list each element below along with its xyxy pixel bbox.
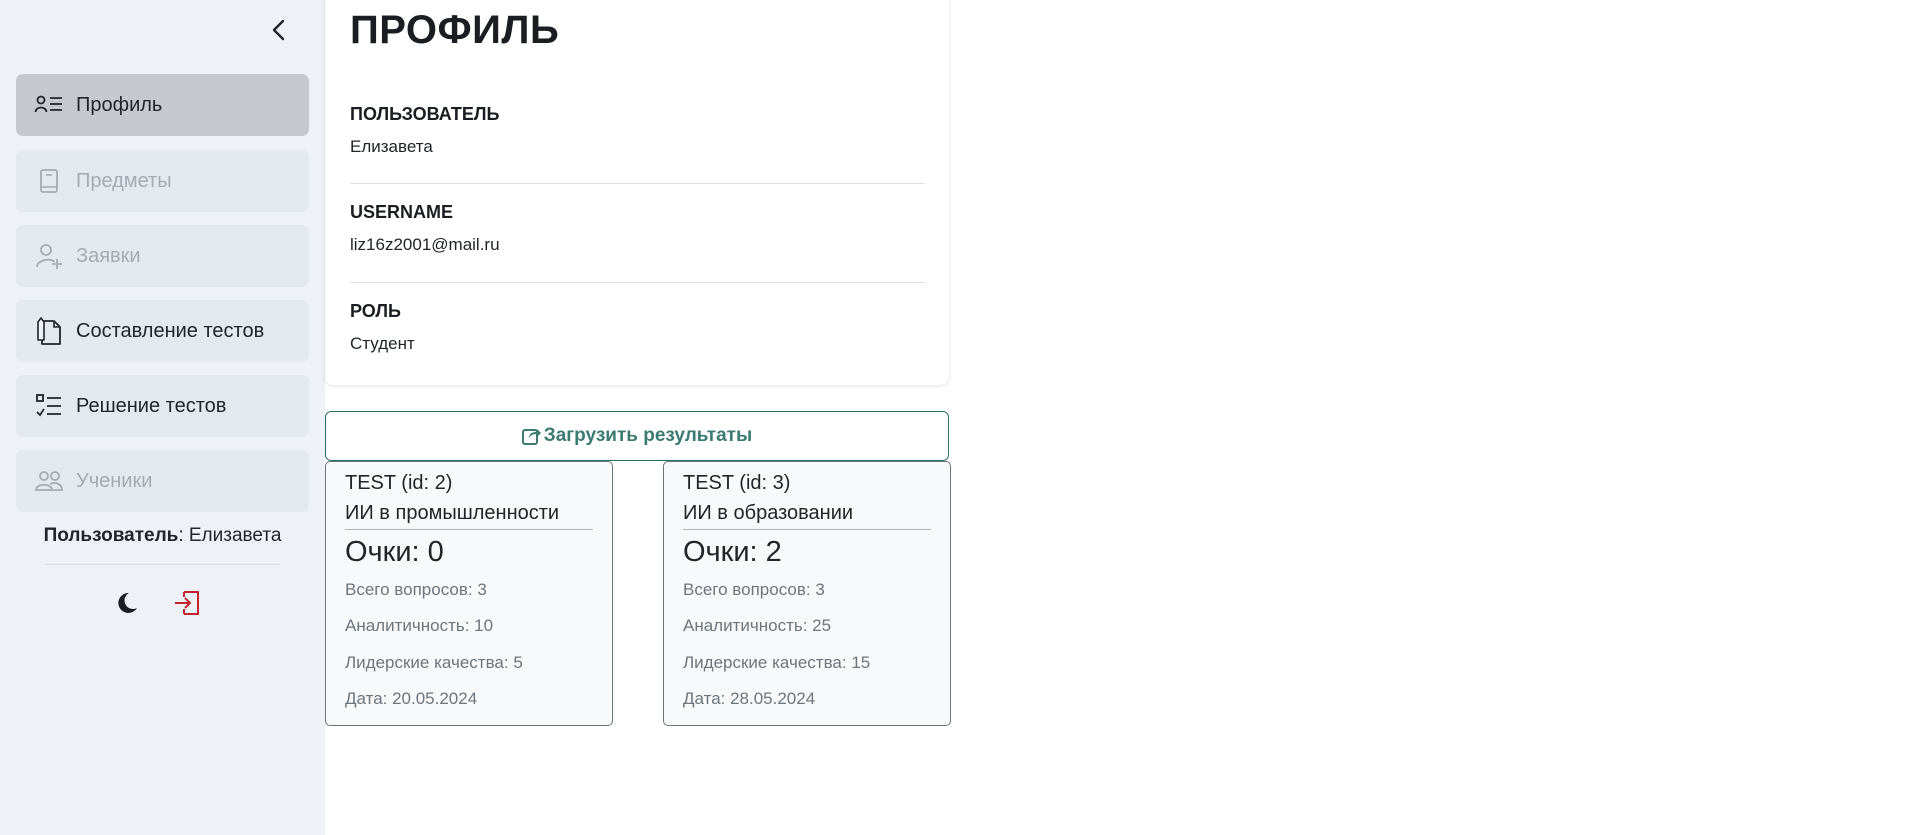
sidebar-item-label: Ученики [76,469,153,492]
collapse-sidebar-button[interactable] [265,16,293,44]
result-card: TEST (id: 2) ИИ в промышленности Очки: 0… [325,461,613,726]
user-name: : Елизавета [178,525,282,546]
sidebar-item-label: Профиль [76,93,163,116]
sidebar-item-profile[interactable]: Профиль [16,74,309,136]
result-date: Дата: 28.05.2024 [683,689,816,708]
sidebar-item-label: Заявки [76,244,141,267]
sidebar-item-subjects[interactable]: Предметы [16,150,309,212]
logout-button[interactable] [172,588,202,618]
chevron-left-icon [272,19,285,41]
documents-pen-icon [34,316,64,346]
share-icon [521,426,542,446]
divider [683,529,931,530]
field-value-role: Студент [350,334,415,353]
field-value-username: liz16z2001@mail.ru [350,235,500,254]
checklist-icon [34,391,64,421]
result-total-questions: Всего вопросов: 3 [345,580,487,599]
divider [350,282,925,283]
profile-card: ПРОФИЛЬ ПОЛЬЗОВАТЕЛЬ Елизавета USERNAME … [325,0,949,385]
field-value-user: Елизавета [350,137,433,156]
field-label-username: USERNAME [350,202,454,222]
sidebar-item-test-creation[interactable]: Составление тестов [16,300,309,362]
result-analytics: Аналитичность: 10 [345,616,494,635]
result-analytics: Аналитичность: 25 [683,616,832,635]
user-label: Пользователь [43,525,179,546]
user-plus-icon [34,241,64,271]
sidebar-item-students[interactable]: Ученики [16,450,309,512]
current-user: Пользователь: Елизавета [0,525,325,547]
result-test-id: TEST (id: 3) [683,472,791,494]
book-icon [34,166,64,196]
divider [45,564,280,565]
result-card: TEST (id: 3) ИИ в образовании Очки: 2 Вс… [663,461,951,726]
divider [350,183,925,184]
sidebar-item-test-solving[interactable]: Решение тестов [16,375,309,437]
field-label-user: ПОЛЬЗОВАТЕЛЬ [350,104,500,124]
people-icon [34,466,64,496]
logout-icon [175,591,199,615]
sidebar-item-requests[interactable]: Заявки [16,225,309,287]
theme-toggle-button[interactable] [112,588,142,618]
field-label-role: РОЛЬ [350,301,401,321]
result-total-questions: Всего вопросов: 3 [683,580,825,599]
page-title: ПРОФИЛЬ [350,8,560,52]
sidebar: Профиль Предметы Заявки Составление тест… [0,0,325,835]
result-test-name: ИИ в промышленности [345,502,560,524]
result-date: Дата: 20.05.2024 [345,689,478,708]
upload-results-button[interactable]: Загрузить результаты [325,411,949,461]
upload-results-label: Загрузить результаты [543,425,753,446]
sidebar-item-label: Решение тестов [76,394,227,417]
result-test-id: TEST (id: 2) [345,472,453,494]
result-score: Очки: 0 [345,536,444,568]
result-test-name: ИИ в образовании [683,502,854,524]
divider [345,529,593,530]
profile-list-icon [34,90,64,120]
moon-icon [118,592,137,613]
sidebar-item-label: Составление тестов [76,319,265,342]
sidebar-item-label: Предметы [76,169,172,192]
result-leadership: Лидерские качества: 5 [345,653,523,672]
result-leadership: Лидерские качества: 15 [683,653,871,672]
result-score: Очки: 2 [683,536,782,568]
